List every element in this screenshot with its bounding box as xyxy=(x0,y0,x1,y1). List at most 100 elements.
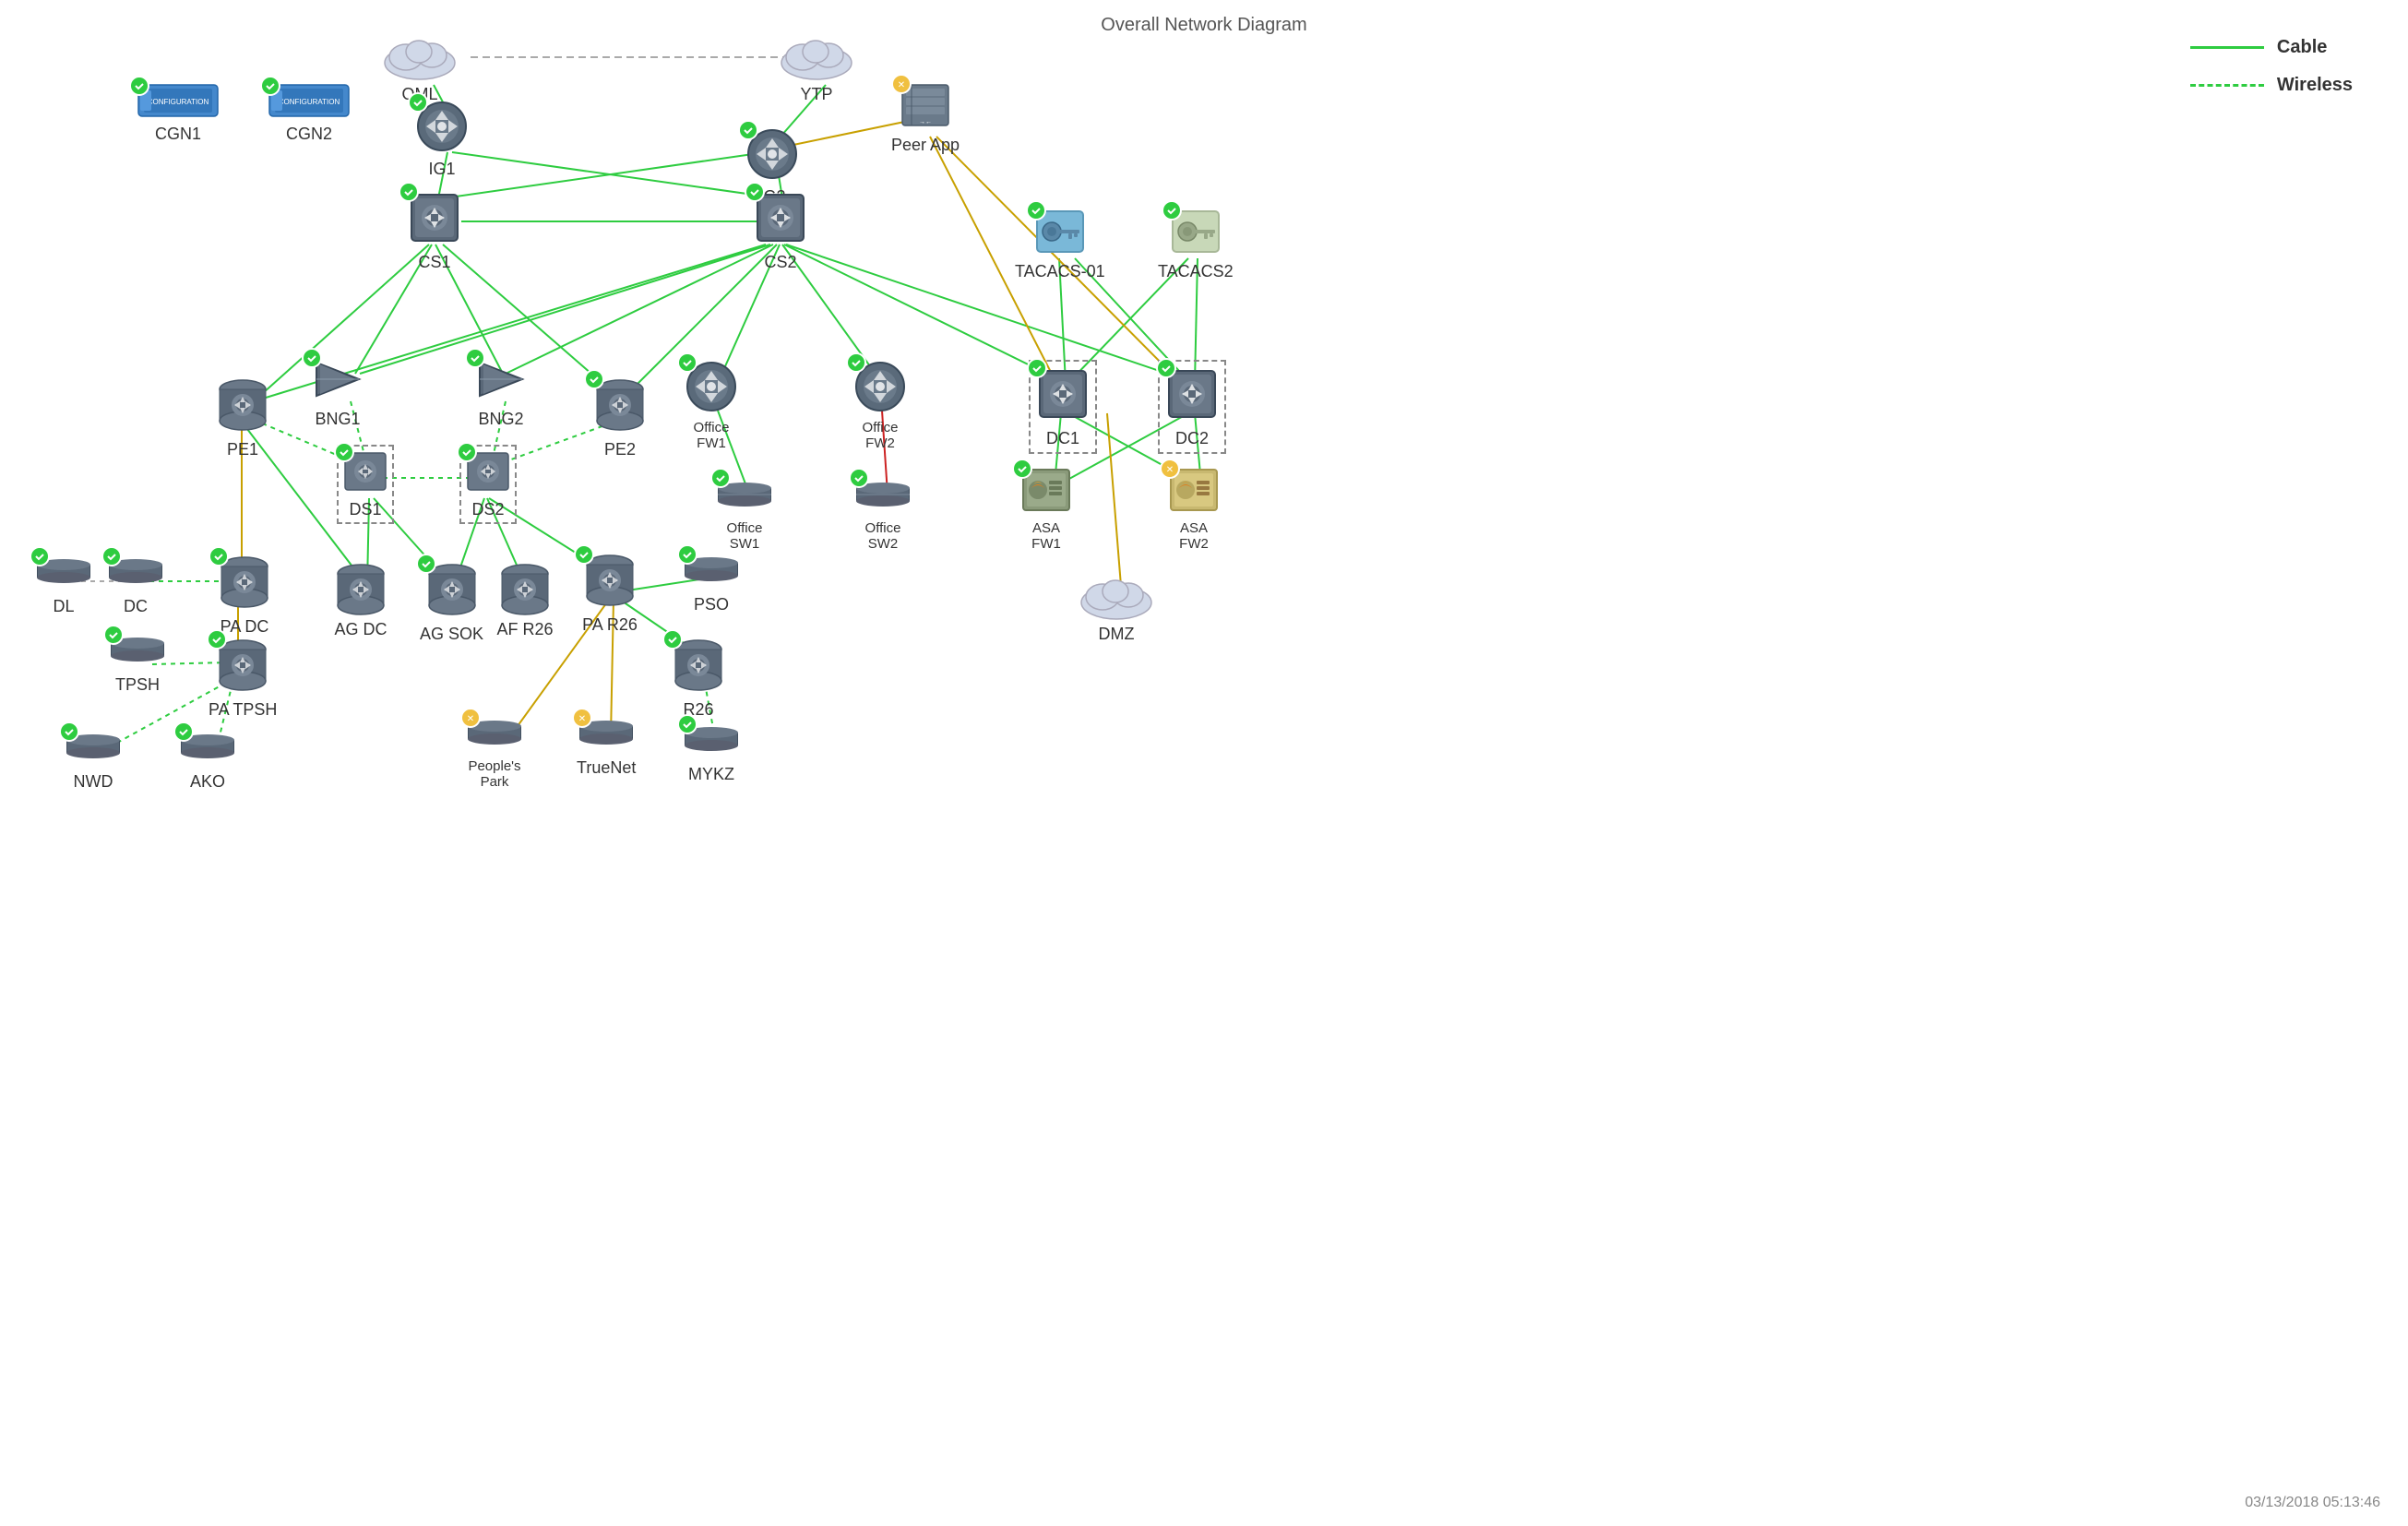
status-CGN2 xyxy=(260,76,280,96)
PE1-label: PE1 xyxy=(227,440,258,459)
ASAFW1-label: ASA FW1 xyxy=(1031,520,1061,552)
node-IG1[interactable]: IG1 xyxy=(415,100,469,179)
PSO-label: PSO xyxy=(694,595,729,614)
PADC-label: PA DC xyxy=(221,617,269,637)
router-drum-icon xyxy=(214,376,271,434)
status-ASAFW1 xyxy=(1012,459,1032,479)
MYKZ-label: MYKZ xyxy=(688,765,734,784)
TACACS2-label: TACACS2 xyxy=(1158,262,1234,281)
status-R26 xyxy=(662,629,683,650)
node-PeerApp[interactable]: ✕ →← Peer App xyxy=(891,81,960,155)
node-DC[interactable]: DC xyxy=(109,554,162,616)
node-AGSOK[interactable]: AG SOK xyxy=(420,561,483,644)
node-PE1[interactable]: PE1 xyxy=(214,376,271,459)
node-TPSH[interactable]: TPSH xyxy=(111,632,164,695)
node-TACACS2[interactable]: TACACS2 xyxy=(1158,208,1234,281)
AKO-label: AKO xyxy=(190,772,225,792)
DC2-label: DC2 xyxy=(1175,429,1209,448)
AGSOK-label: AG SOK xyxy=(420,625,483,644)
DS2-label: DS2 xyxy=(471,500,504,519)
OfficeFW1-label: Office FW1 xyxy=(694,420,730,451)
node-R26[interactable]: R26 xyxy=(670,637,727,720)
status-PE2 xyxy=(584,369,604,389)
node-PAR26[interactable]: PA R26 xyxy=(581,552,638,635)
BNG2-label: BNG2 xyxy=(478,410,523,429)
node-OfficeSW1[interactable]: Office SW1 xyxy=(718,475,771,552)
node-DL[interactable]: DL xyxy=(37,554,90,616)
node-PATPSH[interactable]: PA TPSH xyxy=(209,637,277,720)
node-CS2[interactable]: CS2 xyxy=(752,189,809,272)
PE2-label: PE2 xyxy=(604,440,636,459)
node-DMZ[interactable]: DMZ xyxy=(1075,567,1158,644)
DMZ-label: DMZ xyxy=(1099,625,1135,644)
node-ASAFW1[interactable]: ASA FW1 xyxy=(1019,466,1073,552)
legend: Cable Wireless xyxy=(2190,37,2353,96)
cable-label: Cable xyxy=(2277,37,2327,58)
node-CGN1[interactable]: CONFIGURATION CGN1 xyxy=(137,83,220,144)
node-YTP[interactable]: YTP xyxy=(775,28,858,104)
status-BNG2 xyxy=(465,348,485,368)
AFR26-label: AF R26 xyxy=(496,620,553,639)
ASAFW2-label: ASA FW2 xyxy=(1179,520,1209,552)
svg-text:→←: →← xyxy=(919,119,932,125)
BNG1-label: BNG1 xyxy=(315,410,360,429)
node-DS2[interactable]: DS2 xyxy=(459,445,517,524)
node-OfficeSW2[interactable]: Office SW2 xyxy=(856,475,910,552)
status-IG2 xyxy=(738,120,758,140)
svg-text:CONFIGURATION: CONFIGURATION xyxy=(148,98,209,106)
node-AFR26[interactable]: AF R26 xyxy=(496,561,554,639)
IG1-label: IG1 xyxy=(428,160,455,179)
node-ASAFW2[interactable]: ✕ ASA FW2 xyxy=(1167,466,1221,552)
status-OfficeFW1 xyxy=(677,352,697,373)
svg-text:CONFIGURATION: CONFIGURATION xyxy=(279,98,340,106)
status-TrueNet: ✕ xyxy=(572,708,592,728)
CGN1-label: CGN1 xyxy=(155,125,201,144)
status-CGN1 xyxy=(129,76,149,96)
node-PeoplesP[interactable]: ✕ People's Park xyxy=(468,715,521,790)
node-PSO[interactable]: PSO xyxy=(685,552,738,614)
status-NWD xyxy=(59,721,79,742)
node-CS1[interactable]: CS1 xyxy=(406,189,463,272)
PATPSH-label: PA TPSH xyxy=(209,700,277,720)
router-drum-icon xyxy=(496,561,554,618)
timestamp: 03/13/2018 05:13:46 xyxy=(2245,1495,2380,1511)
status-OfficeFW2 xyxy=(846,352,866,373)
PeoplesP-label: People's Park xyxy=(468,758,520,790)
PeerApp-label: Peer App xyxy=(891,136,960,155)
node-PADC[interactable]: PA DC xyxy=(216,554,273,637)
node-NWD[interactable]: NWD xyxy=(66,729,120,792)
OfficeSW2-label: Office SW2 xyxy=(865,520,901,552)
status-TACACS2 xyxy=(1162,200,1182,221)
node-BNG2[interactable]: BNG2 xyxy=(472,355,530,429)
DC-label: DC xyxy=(124,597,148,616)
DS1-label: DS1 xyxy=(349,500,381,519)
status-TACACS01 xyxy=(1026,200,1046,221)
node-PE2[interactable]: PE2 xyxy=(591,376,649,459)
DC1-label: DC1 xyxy=(1046,429,1079,448)
node-OfficeFW2[interactable]: Office FW2 xyxy=(853,360,907,451)
wireless-line-icon xyxy=(2190,84,2264,87)
svg-text:✕: ✕ xyxy=(467,714,474,723)
status-IG1 xyxy=(408,92,428,113)
node-OfficeFW1[interactable]: Office FW1 xyxy=(685,360,738,451)
cloud-icon xyxy=(378,28,461,83)
node-BNG1[interactable]: BNG1 xyxy=(309,355,366,429)
node-DS1[interactable]: DS1 xyxy=(337,445,394,524)
node-AGDC[interactable]: AG DC xyxy=(332,561,389,639)
status-PeerApp: ✕ xyxy=(891,74,912,94)
node-DC2[interactable]: DC2 xyxy=(1158,360,1226,454)
node-AKO[interactable]: AKO xyxy=(181,729,234,792)
node-MYKZ[interactable]: MYKZ xyxy=(685,721,738,784)
node-TrueNet[interactable]: ✕ TrueNet xyxy=(577,715,636,778)
status-DL xyxy=(30,546,50,566)
wireless-label: Wireless xyxy=(2277,75,2353,96)
node-DC1[interactable]: DC1 xyxy=(1029,360,1097,454)
TrueNet-label: TrueNet xyxy=(577,758,636,778)
node-TACACS01[interactable]: TACACS-01 xyxy=(1015,208,1105,281)
legend-cable: Cable xyxy=(2190,37,2353,58)
status-AKO xyxy=(173,721,194,742)
diagram-title: Overall Network Diagram xyxy=(1101,15,1306,36)
TPSH-label: TPSH xyxy=(115,675,160,695)
status-DS2 xyxy=(457,442,477,462)
node-CGN2[interactable]: CONFIGURATION CGN2 xyxy=(268,83,351,144)
